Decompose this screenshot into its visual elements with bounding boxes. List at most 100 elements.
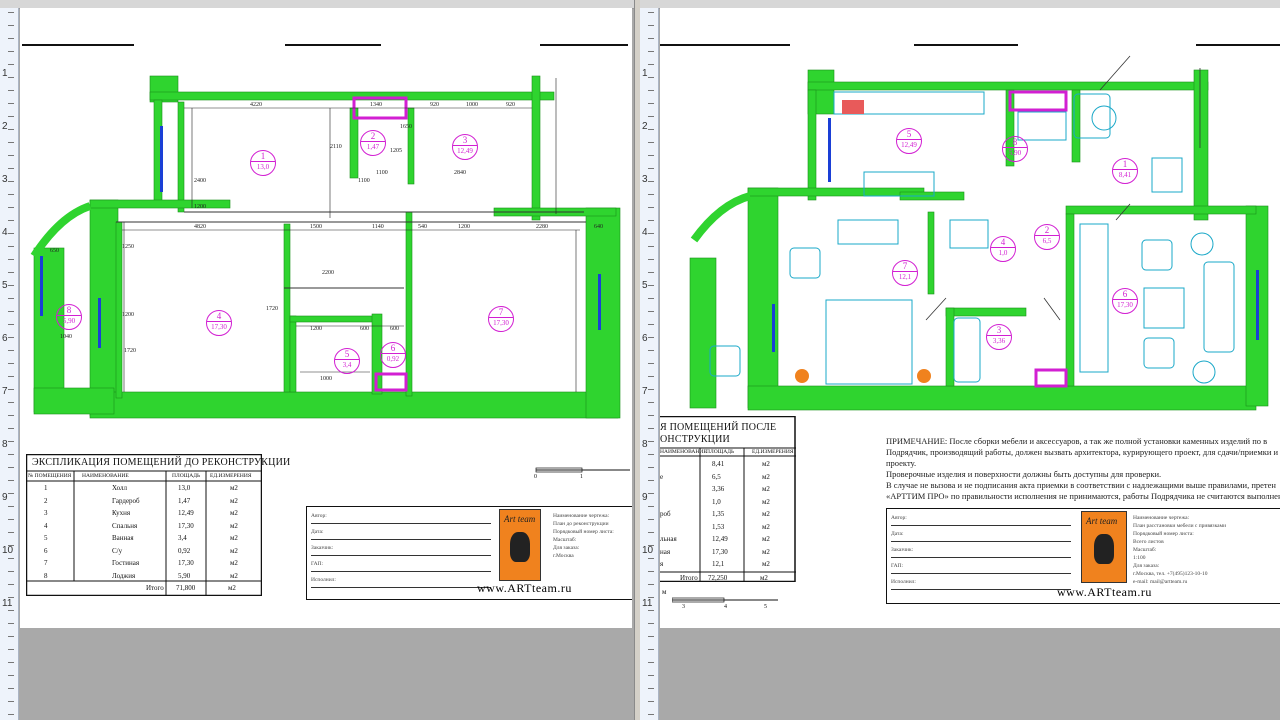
ruler-number: 8 xyxy=(2,439,8,450)
table-cell: Спальня xyxy=(112,521,138,530)
ruler-tick xyxy=(8,428,14,429)
table-cell: м2 xyxy=(762,522,770,531)
ruler-tick xyxy=(8,584,14,585)
site-url[interactable]: www.ARTteam.ru xyxy=(477,581,572,596)
ruler-tick xyxy=(648,64,654,65)
dimension-label: 2200 xyxy=(322,270,334,276)
logo: Art team xyxy=(499,509,541,581)
table-cell: 12,1 xyxy=(712,560,725,568)
table-cell: Гостиная xyxy=(112,559,140,567)
ruler-number: 1 xyxy=(642,68,648,79)
ruler-tick xyxy=(648,220,654,221)
room-marker: 8 5,90 xyxy=(1002,136,1028,162)
ruler-tick xyxy=(648,207,654,208)
ruler-tick xyxy=(8,649,14,650)
room-area: 3,36 xyxy=(987,335,1011,346)
table-header: № ПОМЕЩЕНИЯ xyxy=(28,473,72,479)
hand-icon xyxy=(1094,534,1114,564)
ruler-tick xyxy=(648,467,654,468)
stamp-right-label: Порядковый номер листа: xyxy=(553,529,614,535)
room-marker: 3 12,49 xyxy=(452,134,478,160)
ruler-number: 9 xyxy=(2,492,8,503)
table-cell: 17,30 xyxy=(178,521,194,530)
stamp-right-label: Для заказа: xyxy=(553,545,580,551)
site-url[interactable]: www.ARTteam.ru xyxy=(1057,585,1152,600)
room-area: 5,90 xyxy=(57,315,81,326)
table-cell: С/у xyxy=(112,546,123,555)
vertical-ruler: 1 2 3 4 5 6 7 8 9 10 11 xyxy=(0,8,19,720)
dimension-label: 540 xyxy=(418,224,427,230)
ruler-tick xyxy=(8,701,14,702)
table-cell: Ванная xyxy=(112,534,134,542)
table-cell: м2 xyxy=(762,547,770,556)
room-marker: 8 5,90 xyxy=(56,304,82,330)
table-cell: 1,53 xyxy=(712,522,725,531)
ruler-tick xyxy=(648,506,654,507)
table-cell: м2 xyxy=(230,509,238,517)
ruler-number: 5 xyxy=(2,280,8,291)
table-cell: м2 xyxy=(762,472,770,481)
table-cell: 2 xyxy=(44,496,48,505)
ruler-tick xyxy=(648,298,654,299)
dimension-label: 2280 xyxy=(536,224,548,230)
dimension-label: 640 xyxy=(594,224,603,230)
ruler-tick xyxy=(648,415,654,416)
table-cell: 0,92 xyxy=(178,546,191,555)
table-header: ЕД.ИЗМЕРЕНИЯ xyxy=(752,449,794,455)
room-number: 6 xyxy=(1122,289,1128,299)
table-cell: м2 xyxy=(230,496,238,505)
scale-label-3: 3 xyxy=(682,604,685,610)
total-label: Итого xyxy=(680,574,698,582)
dimension-label: 1000 xyxy=(466,102,478,108)
stamp-field: ГАП: xyxy=(311,561,324,567)
total-unit: м2 xyxy=(228,584,236,592)
table-cell: е xyxy=(660,472,664,481)
table-cell: м2 xyxy=(230,546,238,555)
ruler-number: 5 xyxy=(642,280,648,291)
stamp-line xyxy=(891,525,1071,526)
ruler-number: 11 xyxy=(642,598,653,609)
table-cell: 6 xyxy=(44,546,48,555)
ruler-tick xyxy=(648,662,654,663)
ruler-tick xyxy=(8,25,14,26)
ruler-number: 6 xyxy=(642,333,648,344)
room-area: 8,41 xyxy=(1113,169,1137,180)
ruler-tick xyxy=(8,402,14,403)
ruler-tick xyxy=(8,376,14,377)
ruler-tick xyxy=(8,285,14,286)
stamp-field: Автор: xyxy=(311,513,327,519)
ruler-tick xyxy=(8,12,14,13)
ruler-tick xyxy=(8,454,14,455)
vertical-ruler: 1 2 3 4 5 6 7 8 9 10 11 xyxy=(640,8,659,720)
ruler-tick xyxy=(8,129,14,130)
dimension-label: 1250 xyxy=(122,244,134,250)
ruler-tick xyxy=(8,688,14,689)
room-area: 6,5 xyxy=(1035,235,1059,246)
stamp-right-label: г.Москва, тел. +7(495)123-10-10 xyxy=(1133,571,1208,577)
ruler-tick xyxy=(8,311,14,312)
table-cell: 3,4 xyxy=(178,534,187,542)
title-stamp: Автор: Дата: Заказчик: ГАП: Исполнил: Art te… xyxy=(886,508,1280,604)
ruler-tick xyxy=(648,610,654,611)
ruler-tick xyxy=(648,545,654,546)
right-viewer-pane[interactable]: 1 2 3 4 5 6 7 8 9 10 11 1 8,41 2 6,5 3 3… xyxy=(640,0,1280,720)
ruler-tick xyxy=(648,558,654,559)
ruler-tick xyxy=(648,428,654,429)
ruler-tick xyxy=(8,259,14,260)
left-viewer-pane[interactable]: 1 2 3 4 5 6 7 8 9 10 11 4220 1340 920 10… xyxy=(0,0,634,720)
stamp-right-label: Наименование чертежа: xyxy=(553,513,610,519)
scale-label-5: 5 xyxy=(764,604,767,610)
ruler-tick xyxy=(8,480,14,481)
stamp-right-label: г.Москва xyxy=(553,553,574,559)
stamp-right-label: Для заказа: xyxy=(1133,563,1160,569)
ruler-tick xyxy=(8,142,14,143)
room-marker: 1 13,0 xyxy=(250,150,276,176)
stamp-right-label: 1:100 xyxy=(1133,555,1146,561)
ruler-tick xyxy=(648,233,654,234)
ruler-tick xyxy=(648,285,654,286)
ruler-tick xyxy=(8,493,14,494)
note-line: Проверочные изделия и поверхности должны… xyxy=(886,469,1162,479)
table-cell: м2 xyxy=(762,497,770,506)
stamp-line xyxy=(311,539,491,540)
ruler-number: 9 xyxy=(642,492,648,503)
